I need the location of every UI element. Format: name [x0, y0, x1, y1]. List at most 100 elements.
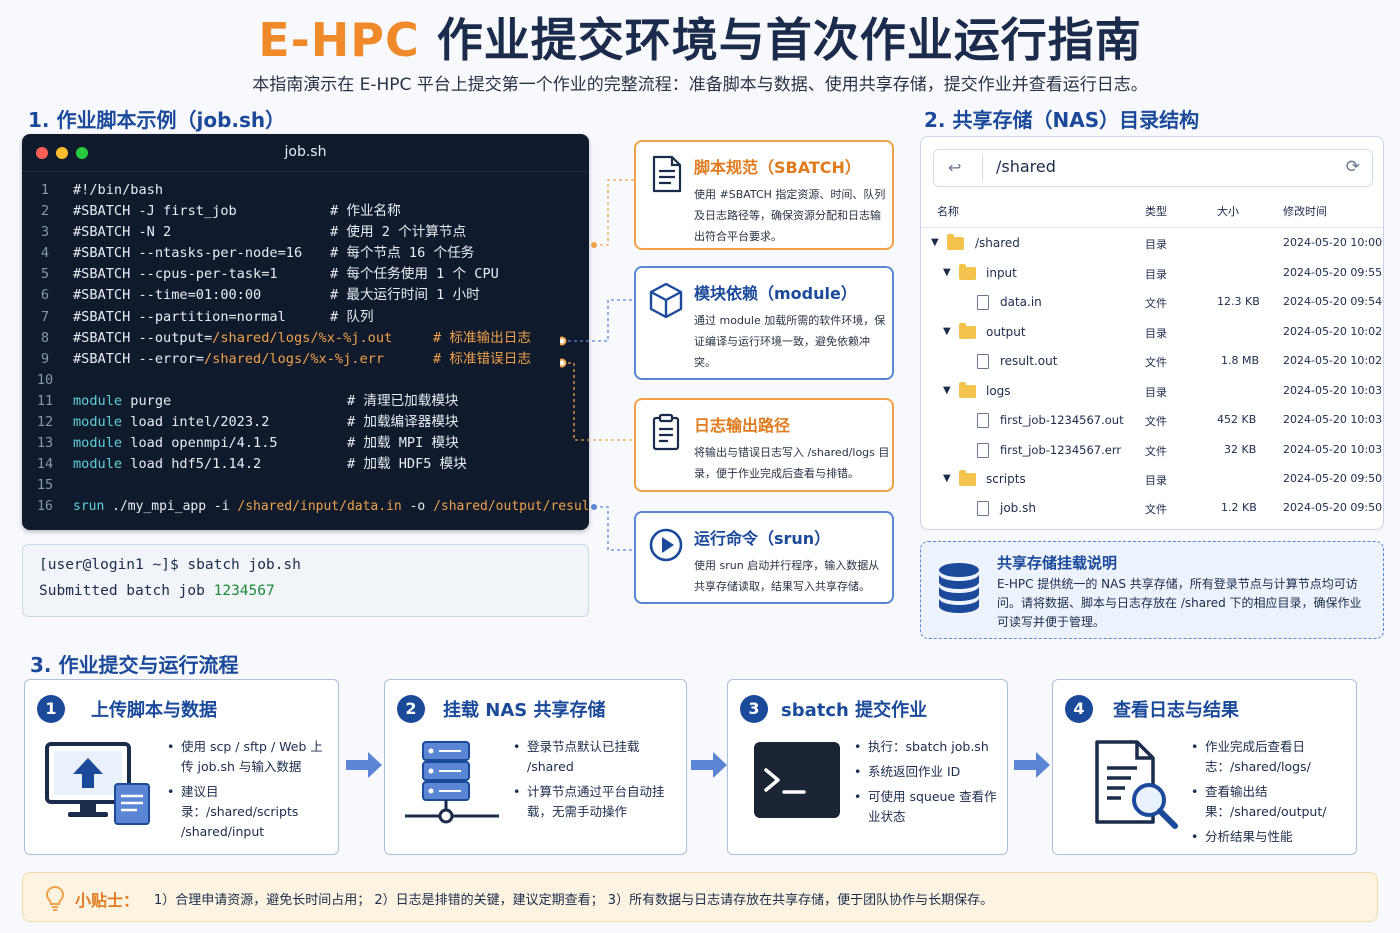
code-comment: # 最大运行时间 1 小时	[330, 287, 480, 304]
folder-icon	[947, 234, 964, 250]
row-size: 32 KB	[1224, 443, 1257, 456]
step-number: 4	[1065, 695, 1093, 723]
chevron-down-icon[interactable]: ▼	[943, 267, 951, 278]
line-number: 12	[36, 414, 54, 431]
table-row[interactable]: ▼ output 目录 2024-05-20 10:02	[921, 318, 1383, 348]
chevron-down-icon[interactable]: ▼	[943, 385, 951, 396]
chevron-down-icon[interactable]: ▼	[931, 237, 939, 248]
callout-logs: 日志输出路径 将输出与错误日志写入 /shared/logs 目录，便于作业完成…	[634, 398, 894, 492]
step-item: 使用 scp / sftp / Web 上传 job.sh 与输入数据	[167, 737, 335, 777]
folder-icon	[959, 470, 976, 486]
code-line: 5 #SBATCH --cpus-per-task=1 # 每个任务使用 1 个 C…	[22, 264, 589, 285]
row-name: job.sh	[1000, 501, 1036, 515]
table-row[interactable]: ▼ /shared 目录 2024-05-20 10:00	[921, 229, 1383, 259]
step-item: 登录节点默认已挂载 /shared	[513, 737, 683, 777]
table-row[interactable]: ▼ input 目录 2024-05-20 09:55	[921, 259, 1383, 289]
arrow-right-icon	[691, 752, 727, 778]
code-text: #SBATCH --ntasks-per-node=16	[73, 245, 303, 262]
table-row[interactable]: job.sh 文件 1.2 KB 2024-05-20 09:50	[921, 494, 1383, 524]
tip-banner: 小贴士： 1）合理申请资源，避免长时间占用； 2）日志是排错的关键，建议定期查看…	[22, 872, 1378, 922]
row-name: first_job-1234567.err	[1000, 443, 1122, 457]
connector-logs	[562, 362, 634, 441]
code-titlebar: job.sh	[22, 134, 589, 172]
code-text: module purge	[73, 391, 171, 412]
row-type: 文件	[1145, 445, 1167, 458]
code-text: #SBATCH -N 2	[73, 224, 172, 241]
row-type: 文件	[1145, 297, 1167, 310]
row-name: output	[986, 325, 1026, 339]
code-comment: # 使用 2 个计算节点	[330, 224, 467, 241]
callout-desc: 使用 srun 启动并行程序，输入数据从共享存储读取，结果写入共享存储。	[694, 559, 880, 593]
code-text: #SBATCH --error=/shared/logs/%x-%j.err	[73, 349, 384, 370]
callout-title: 脚本规范（SBATCH）	[694, 158, 861, 177]
folder-icon	[959, 382, 976, 398]
folder-icon	[959, 264, 976, 280]
code-line: 6 #SBATCH --time=01:00:00 # 最大运行时间 1 小时	[22, 285, 589, 306]
job-id: 1234567	[213, 583, 275, 599]
code-line: 8 #SBATCH --output=/shared/logs/%x-%j.out…	[22, 328, 589, 349]
step-title: sbatch 提交作业	[781, 700, 928, 721]
column-header[interactable]: 类型	[1145, 203, 1167, 219]
terminal-result-text: Submitted batch job	[39, 583, 214, 599]
table-row[interactable]: ▼ scripts 目录 2024-05-20 09:50	[921, 465, 1383, 495]
code-text: srun ./my_mpi_app -i /shared/input/data.…	[73, 496, 589, 517]
code-text: #SBATCH --cpus-per-task=1	[73, 266, 278, 283]
line-number: 4	[40, 245, 50, 262]
code-comment: # 加载 HDF5 模块	[347, 456, 467, 473]
row-time: 2024-05-20 10:03	[1283, 443, 1383, 456]
code-comment: # 每个节点 16 个任务	[330, 245, 475, 262]
step-number: 1	[37, 695, 65, 723]
file-icon	[977, 354, 989, 369]
step-item: 可使用 squeue 查看作业状态	[854, 787, 1004, 827]
code-keyword: module	[73, 435, 123, 452]
chevron-down-icon[interactable]: ▼	[943, 473, 951, 484]
table-row[interactable]: first_job-1234567.err 文件 32 KB 2024-05-2…	[921, 436, 1383, 466]
row-time: 2024-05-20 10:02	[1283, 354, 1383, 367]
column-header[interactable]: 修改时间	[1283, 203, 1327, 219]
code-args: load openmpi/4.1.5	[122, 435, 278, 452]
code-text: #SBATCH --partition=normal	[73, 308, 286, 325]
row-name: input	[986, 266, 1017, 280]
server-icon	[405, 741, 499, 824]
callout-title: 运行命令（srun）	[694, 529, 831, 548]
callout-title: 日志输出路径	[694, 416, 791, 435]
code-keyword: module	[73, 414, 123, 431]
terminal-icon	[754, 742, 840, 818]
refresh-icon[interactable]: ⟳	[1346, 157, 1360, 177]
column-header[interactable]: 名称	[937, 203, 959, 219]
row-time: 2024-05-20 10:00	[1283, 236, 1383, 249]
line-number: 7	[40, 308, 50, 325]
path-input[interactable]: /shared	[996, 157, 1056, 176]
table-row[interactable]: result.out 文件 1.8 MB 2024-05-20 10:02	[921, 347, 1383, 377]
callout-connectors	[560, 179, 634, 551]
code-text: module load openmpi/4.1.5	[73, 433, 278, 454]
table-row[interactable]: data.in 文件 12.3 KB 2024-05-20 09:54	[921, 288, 1383, 318]
row-time: 2024-05-20 09:55	[1283, 266, 1383, 279]
callout-desc: 将输出与错误日志写入 /shared/logs 目录，便于作业完成后查看与排错。	[694, 446, 890, 480]
note-text: E-HPC 提供统一的 NAS 共享存储，所有登录节点与计算节点均可访问。请将数…	[997, 577, 1362, 629]
table-row[interactable]: first_job-1234567.out 文件 452 KB 2024-05-…	[921, 406, 1383, 436]
line-number: 8	[40, 329, 50, 346]
code-keyword: module	[73, 392, 123, 409]
back-arrow-icon[interactable]: ↩	[948, 158, 961, 177]
code-line: 2 #SBATCH -J first_job # 作业名称	[22, 201, 589, 222]
step-card-results: 4 查看日志与结果 作业完成后查看日志：/shared/logs/ 查看输出结果…	[1052, 679, 1357, 855]
callout-module: 模块依赖（module） 通过 module 加载所需的软件环境，保证编译与运行…	[634, 266, 894, 380]
line-number: 3	[40, 224, 50, 241]
row-size: 12.3 KB	[1217, 295, 1260, 308]
table-row[interactable]: ▼ logs 目录 2024-05-20 10:03	[921, 377, 1383, 407]
row-type: 文件	[1145, 415, 1167, 428]
step-list: 作业完成后查看日志：/shared/logs/ 查看输出结果：/shared/o…	[1191, 737, 1351, 852]
play-icon	[649, 528, 683, 562]
title-rest: 作业提交环境与首次作业运行指南	[419, 13, 1142, 67]
row-type: 目录	[1145, 238, 1167, 251]
step-item: 系统返回作业 ID	[854, 762, 1004, 782]
code-path: /shared/logs/%x-%j.err	[203, 350, 385, 367]
column-header[interactable]: 大小	[1217, 203, 1239, 219]
step-card-mount: 2 挂载 NAS 共享存储 登录节点默认已挂载 /shared 计算节点通过平台…	[384, 679, 687, 855]
file-icon	[977, 501, 989, 516]
row-time: 2024-05-20 09:50	[1283, 472, 1383, 485]
code-line: 10	[22, 370, 589, 391]
chevron-down-icon[interactable]: ▼	[943, 326, 951, 337]
row-size: 452 KB	[1217, 413, 1257, 426]
